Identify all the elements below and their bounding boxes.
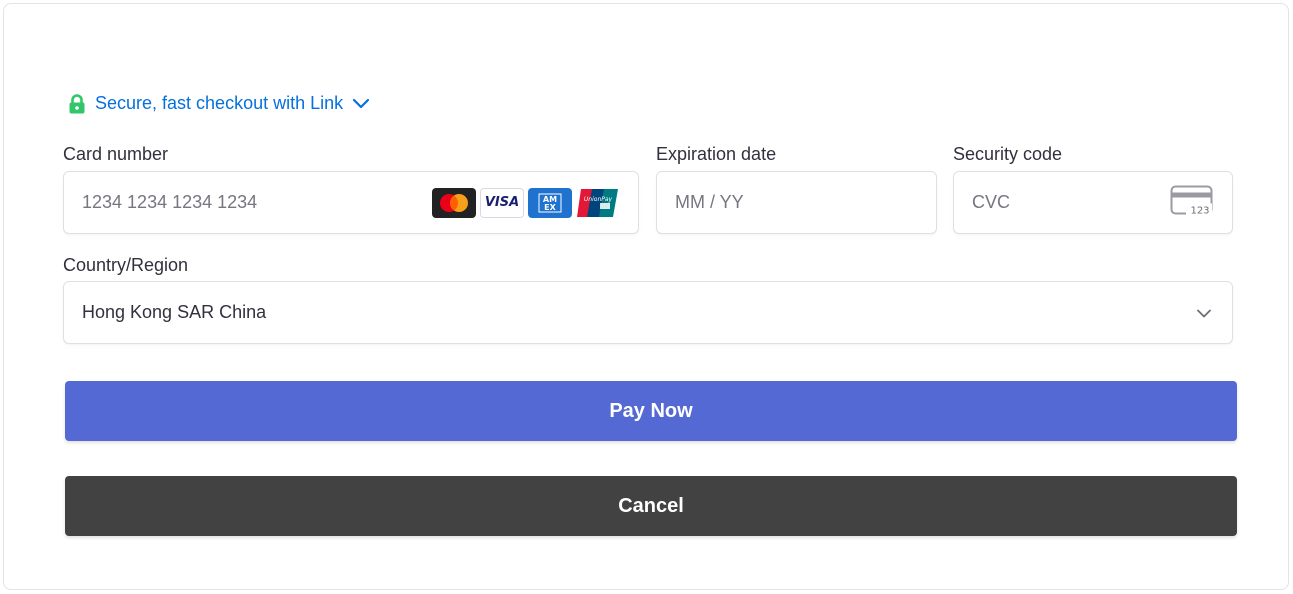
unionpay-icon: UnionPay	[576, 187, 620, 218]
security-code-input[interactable]: CVC 123	[953, 171, 1233, 234]
chevron-down-icon	[1196, 302, 1212, 323]
security-code-label: Security code	[953, 144, 1063, 164]
payment-form-card: Secure, fast checkout with Link Card num…	[3, 3, 1289, 590]
link-checkout-text: Secure, fast checkout with Link	[95, 93, 344, 113]
card-number-label: Card number	[63, 144, 169, 164]
country-select[interactable]: Hong Kong SAR China	[63, 281, 1233, 344]
link-checkout-toggle[interactable]: Secure, fast checkout with Link	[68, 93, 370, 114]
pay-now-button[interactable]: Pay Now	[65, 381, 1237, 441]
country-value: Hong Kong SAR China	[82, 302, 267, 322]
svg-text:UnionPay: UnionPay	[584, 196, 613, 203]
security-code-placeholder: CVC	[972, 192, 1011, 212]
visa-icon: VISA	[480, 187, 524, 218]
cvc-card-icon: 123	[1170, 184, 1214, 221]
expiration-label: Expiration date	[656, 144, 777, 164]
amex-icon: AM EX	[528, 187, 572, 218]
svg-text:123: 123	[1190, 205, 1209, 216]
card-number-placeholder: 1234 1234 1234 1234	[82, 192, 258, 212]
chevron-down-icon	[352, 98, 370, 110]
card-number-input[interactable]: 1234 1234 1234 1234 VISA AM EX UnionPay	[63, 171, 639, 234]
country-label: Country/Region	[63, 255, 189, 275]
mastercard-icon	[432, 187, 476, 218]
svg-text:EX: EX	[544, 203, 556, 212]
expiration-placeholder: MM / YY	[675, 192, 744, 212]
lock-icon	[68, 93, 86, 114]
card-brands: VISA AM EX UnionPay	[432, 187, 620, 218]
expiration-input[interactable]: MM / YY	[656, 171, 937, 234]
cancel-button[interactable]: Cancel	[65, 476, 1237, 536]
